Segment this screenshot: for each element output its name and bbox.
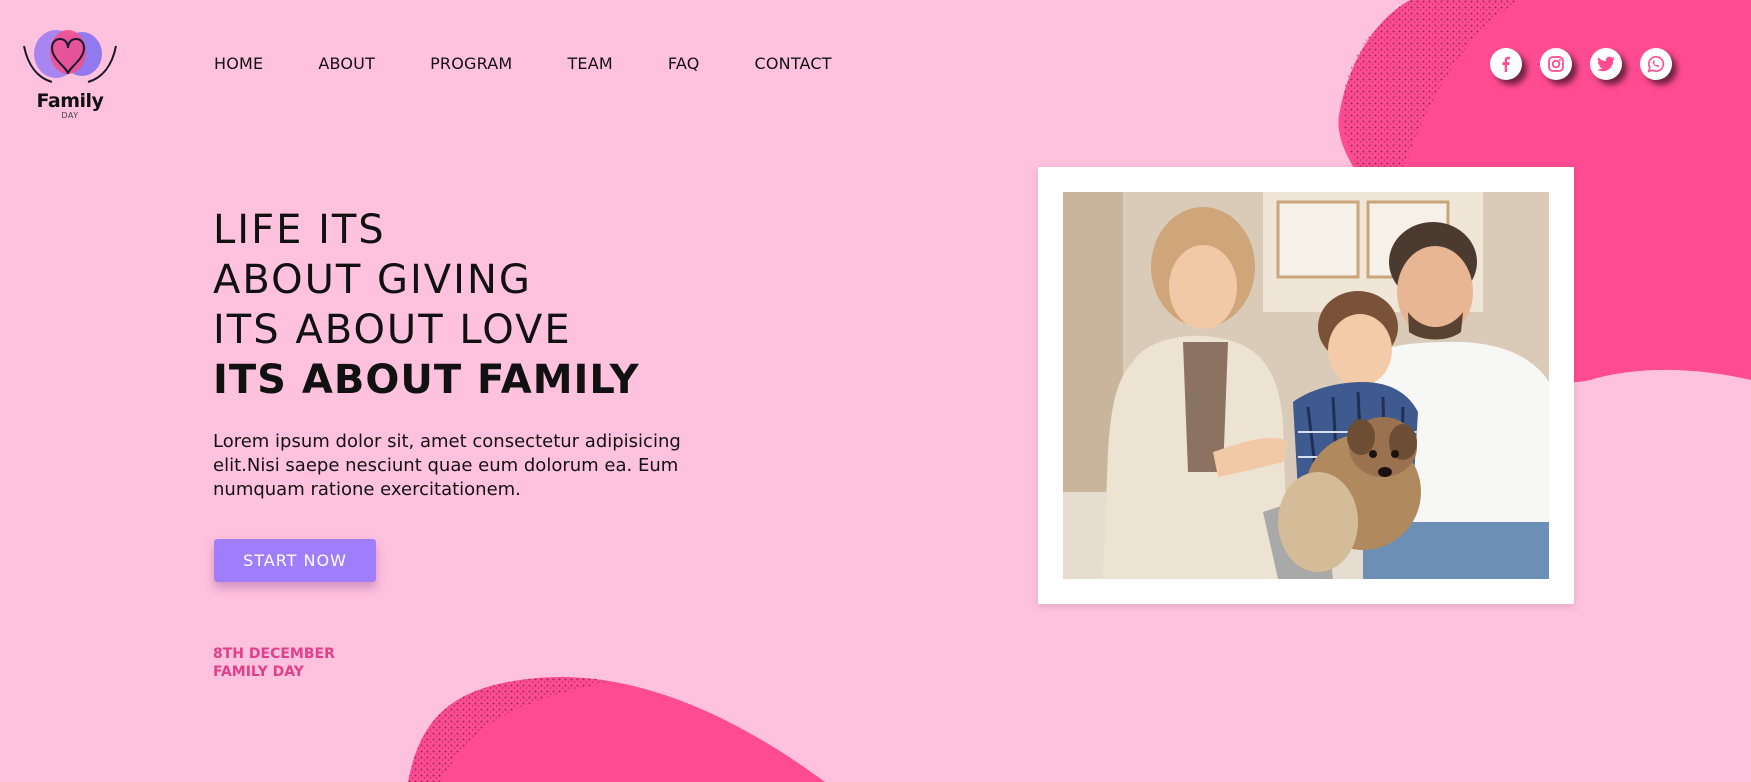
event-date-line-2: FAMILY DAY bbox=[213, 664, 304, 680]
family-photo bbox=[1063, 192, 1549, 579]
family-photo-frame bbox=[1038, 167, 1574, 604]
hero-line-1: LIFE ITS bbox=[213, 207, 386, 253]
facebook-icon[interactable] bbox=[1490, 48, 1522, 80]
hero-line-3: ITS ABOUT LOVE bbox=[213, 307, 572, 353]
hero-line-2: ABOUT GIVING bbox=[213, 257, 532, 303]
nav-home[interactable]: HOME bbox=[214, 54, 263, 73]
hero-line-4: ITS ABOUT FAMILY bbox=[213, 357, 640, 403]
logo-sub: DAY bbox=[61, 111, 79, 120]
event-date: 8TH DECEMBER FAMILY DAY bbox=[213, 645, 335, 681]
whatsapp-icon[interactable] bbox=[1640, 48, 1672, 80]
nav-contact[interactable]: CONTACT bbox=[754, 54, 831, 73]
nav-program[interactable]: PROGRAM bbox=[430, 54, 512, 73]
nav-faq[interactable]: FAQ bbox=[668, 54, 700, 73]
twitter-icon[interactable] bbox=[1590, 48, 1622, 80]
logo-hearts-icon bbox=[23, 30, 117, 83]
hero-description: Lorem ipsum dolor sit, amet consectetur … bbox=[213, 431, 681, 500]
logo[interactable]: Family DAY bbox=[18, 26, 122, 122]
logo-word: Family bbox=[36, 90, 104, 112]
hero-heading: LIFE ITS ABOUT GIVING ITS ABOUT LOVE ITS… bbox=[213, 205, 640, 405]
main-nav: HOME ABOUT PROGRAM TEAM FAQ CONTACT bbox=[214, 54, 887, 73]
event-date-line-1: 8TH DECEMBER bbox=[213, 646, 335, 662]
nav-team[interactable]: TEAM bbox=[567, 54, 612, 73]
instagram-icon[interactable] bbox=[1540, 48, 1572, 80]
nav-about[interactable]: ABOUT bbox=[318, 54, 375, 73]
start-now-button[interactable]: START NOW bbox=[214, 539, 376, 582]
social-links bbox=[1490, 48, 1690, 80]
